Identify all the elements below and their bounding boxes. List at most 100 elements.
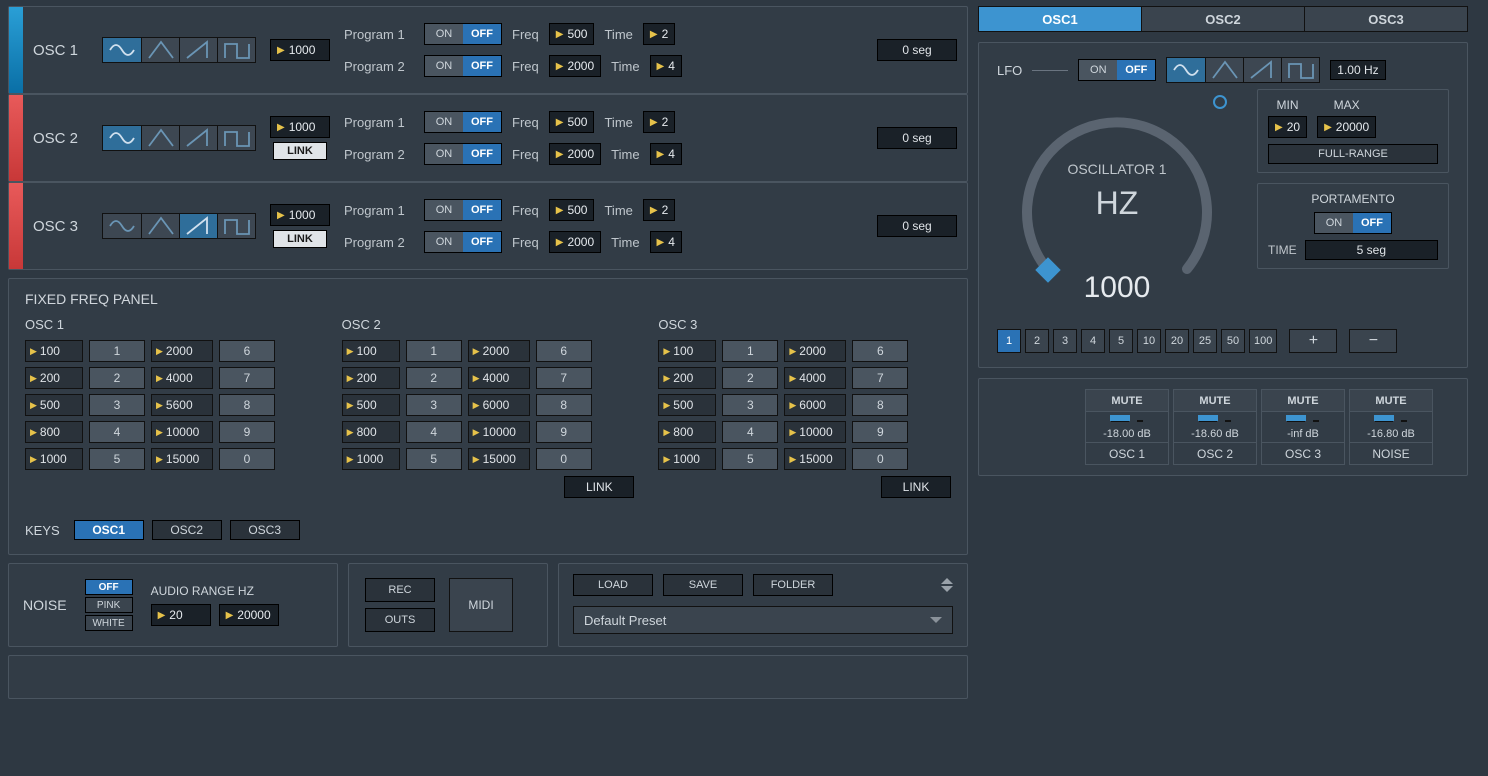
ffp-slot-button[interactable]: 3 [722,394,778,416]
program-time-input[interactable]: ▶4 [650,55,682,77]
ffp-freq-button[interactable]: ▶6000 [784,394,846,416]
ffp-freq-button[interactable]: ▶2000 [784,340,846,362]
ffp-freq-button[interactable]: ▶10000 [468,421,530,443]
lfo-toggle[interactable]: ON OFF [1078,59,1156,81]
ffp-slot-button[interactable]: 8 [852,394,908,416]
ffp-slot-button[interactable]: 1 [722,340,778,362]
ffp-slot-button[interactable]: 7 [852,367,908,389]
save-button[interactable]: SAVE [663,574,743,596]
range-min-input[interactable]: ▶20 [151,604,211,626]
fader[interactable] [1199,420,1217,422]
ffp-slot-button[interactable]: 8 [536,394,592,416]
ffp-freq-button[interactable]: ▶200 [25,367,83,389]
ffp-slot-button[interactable]: 2 [89,367,145,389]
ffp-freq-button[interactable]: ▶15000 [784,448,846,470]
load-button[interactable]: LOAD [573,574,653,596]
ffp-slot-button[interactable]: 4 [406,421,462,443]
ffp-freq-button[interactable]: ▶100 [342,340,400,362]
ffp-slot-button[interactable]: 0 [852,448,908,470]
ffp-slot-button[interactable]: 9 [536,421,592,443]
full-range-button[interactable]: FULL-RANGE [1268,144,1438,164]
step-10-button[interactable]: 10 [1137,329,1161,353]
program-2-toggle[interactable]: ONOFF [424,231,502,253]
noise-white-button[interactable]: WHITE [85,615,133,631]
min-input[interactable]: ▶20 [1268,116,1307,138]
ffp-freq-button[interactable]: ▶4000 [151,367,213,389]
program-freq-input[interactable]: ▶500 [549,199,595,221]
keys-osc3-button[interactable]: OSC3 [230,520,300,540]
ffp-freq-button[interactable]: ▶15000 [468,448,530,470]
mute-button[interactable]: MUTE [1086,390,1168,412]
portamento-time-input[interactable]: 5 seg [1305,240,1438,260]
ffp-freq-button[interactable]: ▶500 [658,394,716,416]
preset-next-icon[interactable] [941,586,953,592]
ffp-freq-button[interactable]: ▶800 [342,421,400,443]
ffp-slot-button[interactable]: 6 [219,340,275,362]
wave-saw-button[interactable] [179,214,217,238]
ffp-freq-button[interactable]: ▶2000 [151,340,213,362]
program-1-toggle[interactable]: ONOFF [424,111,502,133]
ffp-freq-button[interactable]: ▶10000 [784,421,846,443]
wave-square-button[interactable] [1281,58,1319,82]
ffp-freq-button[interactable]: ▶500 [342,394,400,416]
link-button[interactable]: LINK [273,142,327,160]
ffp-slot-button[interactable]: 2 [722,367,778,389]
step-5-button[interactable]: 5 [1109,329,1133,353]
wave-triangle-button[interactable] [141,38,179,62]
ffp-slot-button[interactable]: 5 [722,448,778,470]
step-1-button[interactable]: 1 [997,329,1021,353]
ffp-slot-button[interactable]: 5 [406,448,462,470]
ffp-freq-button[interactable]: ▶1000 [658,448,716,470]
wave-square-button[interactable] [217,214,255,238]
ffp-freq-button[interactable]: ▶6000 [468,394,530,416]
fader[interactable] [1375,420,1393,422]
ffp-slot-button[interactable]: 9 [219,421,275,443]
step-3-button[interactable]: 3 [1053,329,1077,353]
tab-osc2[interactable]: OSC2 [1141,7,1304,31]
outs-button[interactable]: OUTS [365,608,435,632]
program-freq-input[interactable]: ▶500 [549,23,595,45]
step-100-button[interactable]: 100 [1249,329,1277,353]
ffp-slot-button[interactable]: 4 [722,421,778,443]
mute-button[interactable]: MUTE [1350,390,1432,412]
ffp-freq-button[interactable]: ▶4000 [784,367,846,389]
ffp-slot-button[interactable]: 4 [89,421,145,443]
wave-sine-button[interactable] [103,38,141,62]
ffp-freq-button[interactable]: ▶1000 [342,448,400,470]
step-20-button[interactable]: 20 [1165,329,1189,353]
ffp-freq-button[interactable]: ▶200 [658,367,716,389]
ffp-freq-button[interactable]: ▶15000 [151,448,213,470]
program-2-toggle[interactable]: ONOFF [424,143,502,165]
wave-sine-button[interactable] [103,126,141,150]
ffp-link-button[interactable]: LINK [881,476,951,498]
ffp-freq-button[interactable]: ▶100 [25,340,83,362]
wave-saw-button[interactable] [179,38,217,62]
ffp-slot-button[interactable]: 6 [852,340,908,362]
fader[interactable] [1111,420,1129,422]
program-freq-input[interactable]: ▶2000 [549,55,601,77]
osc-freq-input[interactable]: ▶1000 [270,116,330,138]
program-time-input[interactable]: ▶4 [650,231,682,253]
ffp-freq-button[interactable]: ▶1000 [25,448,83,470]
osc-freq-input[interactable]: ▶1000 [270,39,330,61]
ffp-slot-button[interactable]: 1 [406,340,462,362]
program-1-toggle[interactable]: ONOFF [424,23,502,45]
program-freq-input[interactable]: ▶2000 [549,143,601,165]
lfo-hz-input[interactable]: 1.00 Hz [1330,60,1385,80]
program-2-toggle[interactable]: ONOFF [424,55,502,77]
wave-sine-button[interactable] [1167,58,1205,82]
mute-button[interactable]: MUTE [1262,390,1344,412]
tab-osc3[interactable]: OSC3 [1304,7,1467,31]
max-input[interactable]: ▶20000 [1317,116,1376,138]
program-freq-input[interactable]: ▶500 [549,111,595,133]
ffp-slot-button[interactable]: 3 [89,394,145,416]
ffp-slot-button[interactable]: 8 [219,394,275,416]
fader[interactable] [1287,420,1305,422]
program-time-input[interactable]: ▶2 [643,199,675,221]
ffp-slot-button[interactable]: 0 [536,448,592,470]
range-max-input[interactable]: ▶20000 [219,604,279,626]
program-time-input[interactable]: ▶2 [643,111,675,133]
ffp-freq-button[interactable]: ▶4000 [468,367,530,389]
step-2-button[interactable]: 2 [1025,329,1049,353]
increment-button[interactable]: + [1289,329,1337,353]
